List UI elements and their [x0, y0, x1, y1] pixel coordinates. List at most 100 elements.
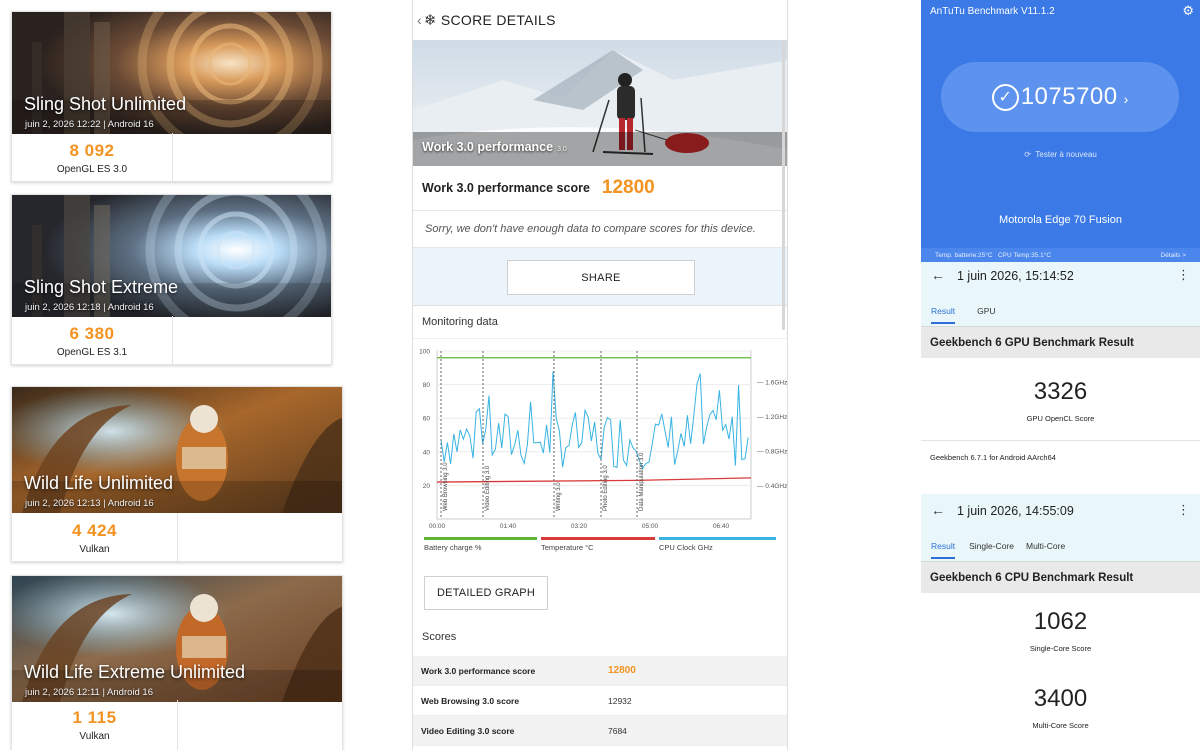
- temperature-bar: Temp. batterie:25°C CPU Temp:35.1°C Déta…: [921, 248, 1200, 262]
- score-name: Work 3.0 performance score: [421, 665, 536, 676]
- benchmark-score: 1 115: [72, 708, 117, 727]
- x-tick-label: 00:00: [429, 523, 446, 530]
- x-tick-label: 06:40: [713, 523, 730, 530]
- y-tick-label: 20: [423, 483, 431, 490]
- benchmark-banner-image: [12, 387, 342, 513]
- y-tick-label: 80: [423, 382, 431, 389]
- top-bar: ‹ ❄ SCORE DETAILS: [413, 0, 787, 40]
- more-vertical-icon[interactable]: ⋮: [1177, 502, 1190, 518]
- result-date: 1 juin 2026, 14:55:09: [957, 504, 1074, 518]
- benchmark-date: juin 2, 2026 12:13 | Android 16: [25, 498, 154, 509]
- geekbench-version: Geekbench 6.7.1 for Android AArch64: [930, 453, 1056, 462]
- score-number: 7684: [608, 725, 627, 736]
- graphics-api-label: OpenGL ES 3.1: [56, 347, 128, 358]
- test-title: Work 3.0 performance 3.0: [422, 140, 567, 154]
- legend-temperature: Temperature °C: [541, 537, 655, 552]
- benchmark-date: juin 2, 2026 12:11 | Android 16: [25, 687, 154, 698]
- test-version: 3.0: [557, 146, 567, 153]
- single-core-label: Single-Core Score: [1029, 644, 1092, 653]
- check-circle-icon: ✓: [991, 83, 1019, 111]
- benchmark-result-title: Geekbench 6 GPU Benchmark Result: [921, 326, 1200, 358]
- comparison-notice: Sorry, we don't have enough data to comp…: [413, 211, 787, 248]
- result-card-wild-life-extreme-unlimited[interactable]: Wild Life Extreme Unlimited juin 2, 2026…: [11, 575, 343, 750]
- benchmark-result-title: Geekbench 6 CPU Benchmark Result: [921, 561, 1200, 593]
- monitoring-chart: 20 40 60 80 100 — 0.4GHz — 0.8GHz — 1.2GHz — 1.6…: [413, 339, 787, 564]
- share-area: SHARE: [413, 248, 787, 306]
- y-right-tick-label: — 0.4GHz: [757, 483, 787, 490]
- test-marker-label: Video Editing 3.0: [485, 465, 491, 511]
- retest-link[interactable]: ⟳ Tester à nouveau: [921, 150, 1200, 159]
- tab-multi-core[interactable]: Multi-Core: [1026, 541, 1065, 551]
- legend-cpu-clock: CPU Clock GHz: [659, 537, 776, 552]
- arrow-left-icon[interactable]: ←: [931, 267, 945, 283]
- monitoring-chart-svg: 20 40 60 80 100 — 0.4GHz — 0.8GHz — 1.2GHz — 1.6…: [419, 349, 787, 531]
- benchmark-date: juin 2, 2026 12:18 | Android 16: [25, 302, 154, 313]
- scores-heading: Scores: [422, 631, 457, 643]
- benchmark-banner-image: [12, 576, 342, 702]
- benchmark-score: 8 092: [69, 141, 115, 160]
- benchmark-title: Wild Life Unlimited: [24, 473, 174, 493]
- benchmark-banner-image: [12, 195, 331, 317]
- benchmark-score: 6 380: [69, 324, 115, 343]
- graphics-api-label: OpenGL ES 3.0: [56, 164, 128, 175]
- tab-result[interactable]: Result: [931, 306, 956, 324]
- app-title: AnTuTu Benchmark V11.1.2: [930, 6, 1055, 17]
- table-row: Video Editing 3.0 score 7684: [413, 716, 787, 746]
- arrow-left-icon[interactable]: ←: [931, 502, 945, 518]
- result-card-sling-shot-unlimited[interactable]: Sling Shot Unlimited juin 2, 2026 12:22 …: [11, 11, 332, 182]
- score-name: Video Editing 3.0 score: [421, 725, 515, 736]
- y-right-tick-label: — 0.8GHz: [757, 448, 787, 455]
- gear-icon[interactable]: ⚙: [1182, 3, 1194, 19]
- y-right-tick-label: — 1.2GHz: [757, 414, 787, 421]
- score-box: 1 115 Vulkan: [12, 700, 178, 750]
- y-tick-label: 60: [423, 416, 431, 423]
- test-title-text: Work 3.0 performance: [422, 140, 554, 154]
- table-row: Web Browsing 3.0 score 12932: [413, 686, 787, 716]
- share-button[interactable]: SHARE: [507, 260, 695, 295]
- detailed-graph-button[interactable]: DETAILED GRAPH: [424, 576, 548, 610]
- divider: [921, 440, 1200, 441]
- page-title: SCORE DETAILS: [440, 12, 556, 28]
- y-tick-label: 100: [419, 349, 430, 356]
- benchmark-title: Wild Life Extreme Unlimited: [24, 662, 246, 682]
- total-score-pill[interactable]: ✓ 1075700 ›: [941, 62, 1179, 132]
- tab-single-core[interactable]: Single-Core: [969, 541, 1014, 551]
- geekbench-gpu-panel: ← 1 juin 2026, 15:14:52 ⋮ Result GPU Gee…: [921, 262, 1200, 474]
- multi-core-score: 3400: [1033, 685, 1088, 712]
- details-link[interactable]: Détails >: [1161, 252, 1186, 259]
- retest-label: Tester à nouveau: [1035, 150, 1097, 159]
- gpu-opencl-label: GPU OpenCL Score: [1026, 414, 1095, 423]
- result-card-wild-life-unlimited[interactable]: Wild Life Unlimited juin 2, 2026 12:13 |…: [11, 386, 343, 562]
- score-box: 6 380 OpenGL ES 3.1: [12, 316, 173, 364]
- benchmark-title: Sling Shot Extreme: [24, 277, 179, 297]
- gpu-opencl-score: 3326: [1033, 378, 1088, 405]
- tab-gpu[interactable]: GPU: [977, 306, 995, 316]
- test-hero-image: Work 3.0 performance 3.0: [413, 40, 787, 166]
- x-tick-label: 03:20: [571, 523, 588, 530]
- multi-core-label: Multi-Core Score: [1032, 721, 1089, 730]
- benchmark-banner-image: [12, 12, 331, 134]
- total-score: 1075700: [1020, 83, 1118, 110]
- scores-table: Work 3.0 performance score 12800 Web Bro…: [413, 656, 787, 746]
- legend-swatch: [424, 537, 537, 540]
- more-vertical-icon[interactable]: ⋮: [1177, 267, 1190, 283]
- refresh-icon: ⟳: [1024, 150, 1031, 159]
- geekbench-cpu-panel: ← 1 juin 2026, 14:55:09 ⋮ Result Single-…: [921, 494, 1200, 750]
- chevron-left-icon[interactable]: ‹: [417, 12, 422, 28]
- cpu-temperature: CPU Temp:35.1°C: [997, 251, 1052, 259]
- score-value: 12800: [601, 177, 655, 198]
- score-box: 8 092 OpenGL ES 3.0: [12, 133, 173, 181]
- test-marker-label: Photo Editing 3.0: [603, 465, 609, 511]
- result-header: ← 1 juin 2026, 15:14:52 ⋮ Result GPU: [921, 262, 1200, 326]
- single-core-score: 1062: [1033, 608, 1088, 635]
- test-marker-label: Web Browsing 3.0: [443, 462, 449, 511]
- benchmark-title: Sling Shot Unlimited: [24, 94, 187, 114]
- snowflake-logo-icon: ❄: [423, 12, 437, 29]
- result-tabs: Result Single-Core Multi-Core: [921, 541, 1065, 559]
- scrollbar[interactable]: [782, 40, 785, 330]
- x-tick-label: 01:40: [500, 523, 517, 530]
- test-marker-label: Writing 3.0: [556, 482, 562, 511]
- tab-result[interactable]: Result: [931, 541, 956, 559]
- score-number: 12932: [608, 695, 632, 706]
- result-card-sling-shot-extreme[interactable]: Sling Shot Extreme juin 2, 2026 12:18 | …: [11, 194, 332, 365]
